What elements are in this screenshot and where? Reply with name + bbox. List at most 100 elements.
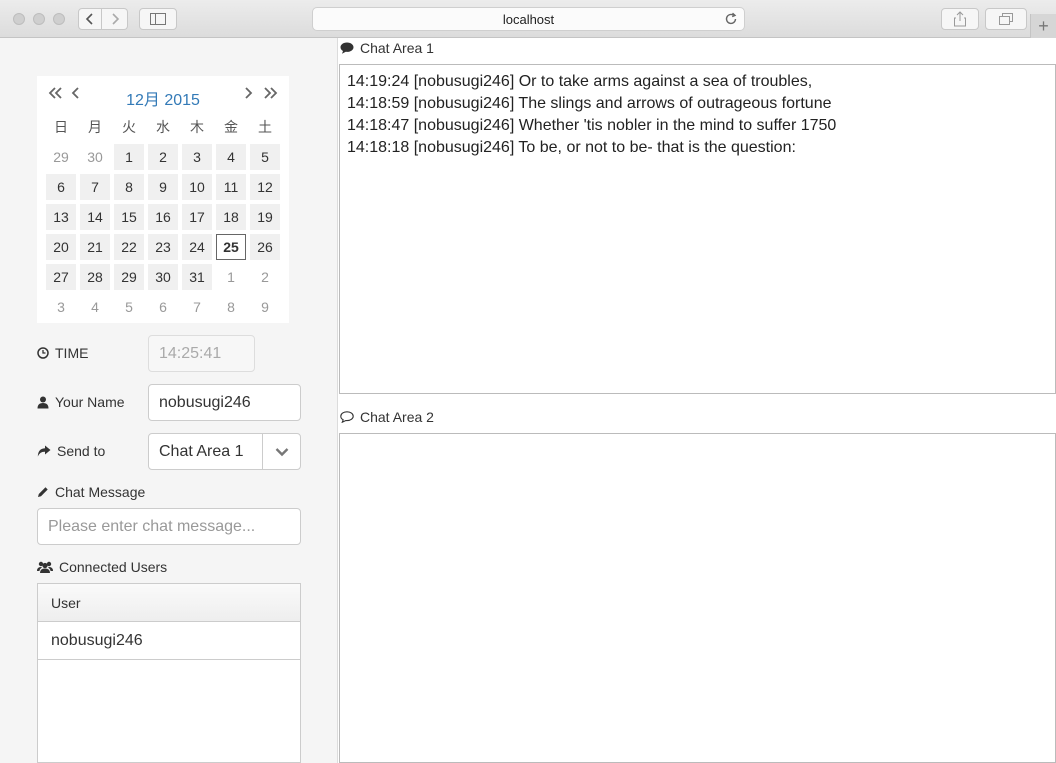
time-value: 14:25:41 xyxy=(159,344,222,362)
calendar-day[interactable]: 3 xyxy=(46,294,76,320)
calendar-day[interactable]: 1 xyxy=(216,264,246,290)
calendar-day[interactable]: 21 xyxy=(80,234,110,260)
calendar-day[interactable]: 2 xyxy=(148,144,178,170)
url-text: localhost xyxy=(502,11,555,27)
calendar-day[interactable]: 30 xyxy=(80,144,110,170)
sidebar: 12月 2015 日月火水木金土 29 30 1 2 3 4 5 6 7 8 9 10 11 12 13 14 1… xyxy=(0,38,338,763)
calendar-day[interactable]: 8 xyxy=(216,294,246,320)
calendar-day[interactable]: 16 xyxy=(148,204,178,230)
calendar-day[interactable]: 31 xyxy=(182,264,212,290)
calendar-day[interactable]: 15 xyxy=(114,204,144,230)
calendar-day[interactable]: 9 xyxy=(250,294,280,320)
calendar-day[interactable]: 4 xyxy=(216,144,246,170)
tabs-overview-button[interactable] xyxy=(985,8,1027,30)
message-input[interactable]: Please enter chat message... xyxy=(37,508,301,545)
close-window-button[interactable] xyxy=(13,13,25,25)
weekday-header: 金 xyxy=(224,119,238,135)
calendar-day[interactable]: 27 xyxy=(46,264,76,290)
calendar-day[interactable]: 5 xyxy=(114,294,144,320)
time-label-text: TIME xyxy=(55,345,89,361)
clock-icon xyxy=(37,347,49,359)
share-arrow-icon xyxy=(37,445,51,457)
calendar-day[interactable]: 11 xyxy=(216,174,246,200)
table-row[interactable]: nobusugi246 xyxy=(38,622,300,660)
calendar-day[interactable]: 28 xyxy=(80,264,110,290)
calendar-day[interactable]: 8 xyxy=(114,174,144,200)
calendar-header: 12月 2015 xyxy=(37,82,289,109)
weekday-header: 土 xyxy=(258,119,272,135)
users-label: Connected Users xyxy=(37,559,167,575)
chevron-right-icon[interactable] xyxy=(243,86,253,105)
calendar-day[interactable]: 10 xyxy=(182,174,212,200)
calendar-day[interactable]: 5 xyxy=(250,144,280,170)
time-label: TIME xyxy=(37,345,88,361)
calendar-day[interactable]: 17 xyxy=(182,204,212,230)
users-column-header[interactable]: User xyxy=(38,584,300,622)
weekday-header: 火 xyxy=(122,119,136,135)
users-column-text: User xyxy=(51,594,81,611)
back-button[interactable] xyxy=(78,8,102,30)
calendar-day[interactable]: 6 xyxy=(46,174,76,200)
calendar-day[interactable]: 22 xyxy=(114,234,144,260)
calendar-grid: 日月火水木金土 29 30 1 2 3 4 5 6 7 8 9 10 11 12 13 14 15 16 17 18 19… xyxy=(44,112,282,322)
comment-outline-icon xyxy=(340,411,354,423)
chat-area-2[interactable] xyxy=(339,433,1056,763)
chat-area-1-title: Chat Area 1 xyxy=(340,40,434,56)
sendto-label-text: Send to xyxy=(57,443,106,459)
calendar-day[interactable]: 4 xyxy=(80,294,110,320)
share-button[interactable] xyxy=(941,8,979,30)
reload-icon[interactable] xyxy=(724,12,738,26)
forward-button[interactable] xyxy=(102,8,128,30)
sendto-value: Chat Area 1 xyxy=(159,442,244,460)
weekday-header: 木 xyxy=(190,119,204,135)
calendar-day[interactable]: 7 xyxy=(80,174,110,200)
zoom-window-button[interactable] xyxy=(53,13,65,25)
sidebar-icon xyxy=(150,13,166,25)
calendar-day[interactable]: 29 xyxy=(114,264,144,290)
address-bar[interactable]: localhost xyxy=(312,7,745,31)
calendar-day[interactable]: 18 xyxy=(216,204,246,230)
time-field: 14:25:41 xyxy=(148,335,255,372)
calendar-day[interactable]: 19 xyxy=(250,204,280,230)
chat-message: 14:18:59 [nobusugi246] The slings and ar… xyxy=(347,95,832,112)
calendar-day[interactable]: 13 xyxy=(46,204,76,230)
calendar-day[interactable]: 23 xyxy=(148,234,178,260)
name-input[interactable]: nobusugi246 xyxy=(148,384,301,421)
new-tab-button[interactable]: + xyxy=(1030,14,1056,38)
calendar-day[interactable]: 20 xyxy=(46,234,76,260)
sendto-select[interactable]: Chat Area 1 xyxy=(148,433,301,470)
chat-area-2-title: Chat Area 2 xyxy=(340,409,434,425)
calendar-day[interactable]: 3 xyxy=(182,144,212,170)
comment-icon xyxy=(340,42,354,54)
calendar-day[interactable]: 6 xyxy=(148,294,178,320)
users-label-text: Connected Users xyxy=(59,559,168,575)
chat-message: 14:19:24 [nobusugi246] Or to take arms a… xyxy=(347,73,813,90)
calendar-day[interactable]: 1 xyxy=(114,144,144,170)
calendar-day[interactable]: 12 xyxy=(250,174,280,200)
chevron-right-icon xyxy=(111,13,119,25)
select-caret[interactable] xyxy=(262,434,300,469)
calendar-day[interactable]: 2 xyxy=(250,264,280,290)
calendar-day[interactable]: 14 xyxy=(80,204,110,230)
message-placeholder: Please enter chat message... xyxy=(48,517,256,535)
name-label-text: Your Name xyxy=(55,394,125,410)
chat-area-1[interactable]: 14:19:24 [nobusugi246] Or to take arms a… xyxy=(339,64,1056,394)
calendar-day[interactable]: 9 xyxy=(148,174,178,200)
calendar-day[interactable]: 30 xyxy=(148,264,178,290)
users-table: User nobusugi246 xyxy=(37,583,301,763)
calendar-day[interactable]: 29 xyxy=(46,144,76,170)
calendar-day[interactable]: 26 xyxy=(250,234,280,260)
calendar-day[interactable]: 24 xyxy=(182,234,212,260)
double-chevron-right-icon[interactable] xyxy=(263,86,279,105)
sendto-label: Send to xyxy=(37,443,105,459)
minimize-window-button[interactable] xyxy=(33,13,45,25)
sidebar-toggle-button[interactable] xyxy=(139,8,177,30)
calendar: 12月 2015 日月火水木金土 29 30 1 2 3 4 5 6 7 8 9 10 11 12 13 14 1… xyxy=(37,76,289,323)
message-label: Chat Message xyxy=(37,484,145,500)
calendar-day[interactable]: 7 xyxy=(182,294,212,320)
calendar-day-today[interactable]: 25 xyxy=(216,234,246,260)
users-rows: nobusugi246 xyxy=(38,622,300,660)
chat-message: 14:18:47 [nobusugi246] Whether 'tis nobl… xyxy=(347,117,837,134)
chevron-down-icon xyxy=(275,447,288,456)
chat-area-2-title-text: Chat Area 2 xyxy=(360,409,434,425)
